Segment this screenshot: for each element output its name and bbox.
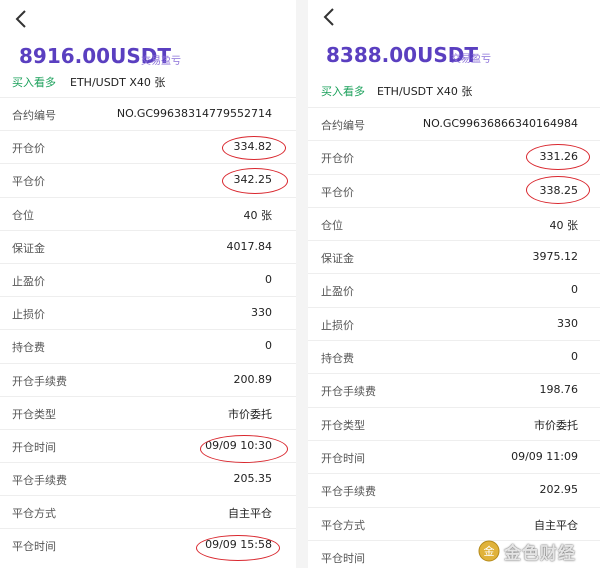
row-label: 保证金	[321, 252, 354, 266]
detail-list: 合约编号 NO.GC99638314779552714 开仓价 334.82 平仓价…	[0, 97, 296, 562]
row-position: 仓位 40 张	[0, 196, 296, 230]
row-value: NO.GC99636866340164984	[422, 117, 578, 130]
row-close-price: 平仓价 342.25	[0, 163, 296, 196]
row-margin: 保证金 4017.84	[0, 229, 296, 263]
row-value: 331.26	[539, 150, 579, 164]
row-close-method: 平仓方式 自主平仓	[308, 506, 600, 540]
row-label: 止盈价	[321, 285, 354, 299]
trading-pair: ETH/USDT X40 张	[377, 85, 473, 98]
row-open-time: 开仓时间 09/09 10:30	[0, 428, 296, 462]
row-contract-id: 合约编号 NO.GC99636866340164984	[308, 107, 600, 140]
row-value: 市价委托	[228, 407, 272, 421]
back-arrow-icon[interactable]	[322, 7, 338, 27]
row-stop-loss: 止损价 330	[308, 306, 600, 340]
row-open-time: 开仓时间 09/09 11:09	[308, 439, 600, 473]
row-label: 平仓手续费	[12, 474, 67, 488]
row-label: 合约编号	[12, 109, 56, 122]
row-close-method: 平仓方式 自主平仓	[0, 495, 296, 528]
row-value: 0	[571, 350, 578, 364]
row-value: 自主平仓	[228, 507, 272, 521]
row-label: 开仓价	[321, 152, 354, 166]
row-close-price: 平仓价 338.25	[308, 173, 600, 207]
panel-divider	[296, 0, 308, 568]
row-value: 338.25	[539, 183, 579, 197]
watermark-text: 金色财经	[504, 544, 576, 564]
back-arrow-icon[interactable]	[14, 9, 30, 29]
row-label: 平仓时间	[321, 551, 365, 565]
profit-label: 交易盈亏	[451, 54, 491, 65]
row-close-time: 平仓时间 09/09 15:58	[0, 528, 296, 561]
row-take-profit: 止盈价 0	[0, 262, 296, 296]
row-label: 保证金	[12, 241, 45, 255]
row-value: 342.25	[233, 173, 273, 187]
row-value: 市价委托	[534, 418, 578, 432]
row-open-fee: 开仓手续费 200.89	[0, 362, 296, 396]
row-close-fee: 平仓手续费 202.95	[308, 473, 600, 506]
row-label: 平仓时间	[12, 540, 56, 554]
row-holding-fee: 持仓费 0	[0, 329, 296, 362]
row-value: 334.82	[233, 140, 273, 154]
row-value: 0	[265, 272, 272, 286]
row-take-profit: 止盈价 0	[308, 273, 600, 306]
row-label: 持仓费	[12, 341, 45, 355]
row-value: 09/09 10:30	[205, 438, 272, 452]
row-close-fee: 平仓手续费 205.35	[0, 462, 296, 495]
row-label: 平仓价	[321, 185, 354, 199]
row-open-fee: 开仓手续费 198.76	[308, 373, 600, 406]
row-label: 仓位	[321, 218, 343, 232]
row-value: 205.35	[233, 472, 273, 486]
row-value: 40 张	[549, 218, 579, 232]
row-label: 开仓类型	[12, 407, 56, 421]
row-label: 止损价	[321, 318, 354, 332]
row-value: 330	[251, 306, 272, 320]
row-label: 合约编号	[321, 119, 365, 132]
watermark: 金 金色财经	[478, 536, 596, 566]
row-label: 开仓手续费	[321, 385, 376, 399]
position-side: 买入看多	[12, 76, 56, 89]
row-value: 0	[571, 283, 578, 297]
row-label: 开仓类型	[321, 418, 365, 432]
row-open-price: 开仓价 331.26	[308, 140, 600, 173]
row-value: 3975.12	[532, 250, 579, 264]
row-value: 40 张	[243, 208, 273, 222]
row-open-type: 开仓类型 市价委托	[0, 395, 296, 429]
row-label: 开仓时间	[12, 440, 56, 454]
row-label: 仓位	[12, 208, 34, 222]
row-value: 200.89	[233, 372, 273, 386]
row-label: 平仓价	[12, 175, 45, 189]
row-value: 330	[557, 316, 578, 330]
row-label: 开仓价	[12, 142, 45, 156]
row-label: 持仓费	[321, 352, 354, 366]
row-value: 09/09 11:09	[511, 449, 578, 463]
row-holding-fee: 持仓费 0	[308, 340, 600, 373]
row-open-type: 开仓类型 市价委托	[308, 406, 600, 440]
row-open-price: 开仓价 334.82	[0, 130, 296, 163]
row-value: 202.95	[539, 483, 579, 497]
row-position: 仓位 40 张	[308, 206, 600, 240]
svg-text:金: 金	[484, 544, 495, 558]
row-value: 198.76	[539, 383, 579, 397]
row-label: 平仓方式	[12, 507, 56, 521]
row-value: 0	[265, 339, 272, 353]
row-label: 开仓时间	[321, 451, 365, 465]
row-margin: 保证金 3975.12	[308, 240, 600, 273]
row-label: 平仓手续费	[321, 485, 376, 499]
position-side: 买入看多	[321, 85, 365, 98]
row-stop-loss: 止损价 330	[0, 296, 296, 329]
row-value: 4017.84	[226, 239, 273, 253]
row-value: 09/09 15:58	[205, 538, 272, 552]
detail-list: 合约编号 NO.GC99636866340164984 开仓价 331.26 平仓价…	[308, 107, 600, 568]
row-label: 平仓方式	[321, 518, 365, 532]
right-trade-detail-panel: 8388.00USDT 交易盈亏 买入看多 ETH/USDT X40 张 合约编…	[308, 0, 600, 568]
row-value: 自主平仓	[534, 518, 578, 532]
row-label: 止盈价	[12, 274, 45, 288]
row-value: NO.GC99638314779552714	[116, 107, 272, 120]
left-trade-detail-panel: 8916.00USDT 交易盈亏 买入看多 ETH/USDT X40 张 合约编…	[0, 0, 296, 568]
trading-pair: ETH/USDT X40 张	[70, 76, 166, 89]
row-label: 开仓手续费	[12, 374, 67, 388]
row-contract-id: 合约编号 NO.GC99638314779552714	[0, 97, 296, 130]
profit-label: 交易盈亏	[141, 56, 181, 67]
row-label: 止损价	[12, 308, 45, 322]
coin-logo-icon: 金	[478, 540, 500, 562]
